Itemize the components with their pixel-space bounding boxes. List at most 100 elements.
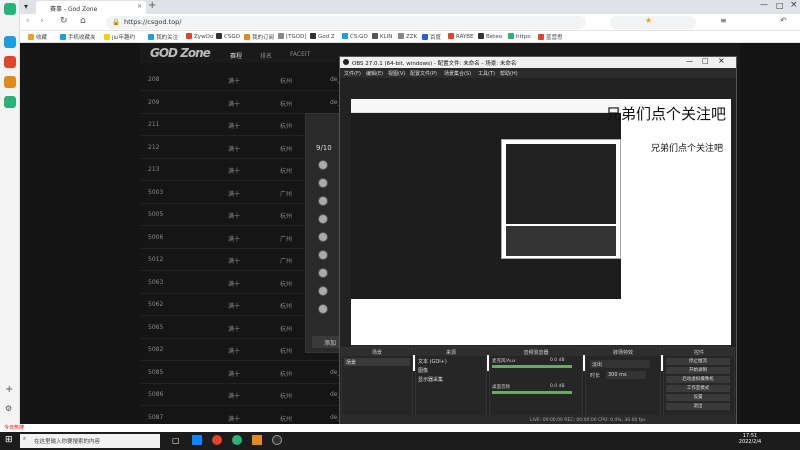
scene-item[interactable]: 场景 bbox=[344, 358, 410, 366]
browser-logo-icon[interactable] bbox=[4, 3, 16, 15]
bookmark-item[interactable]: https: bbox=[508, 33, 532, 40]
overlay-text: 兄弟们点个关注吧 bbox=[606, 105, 727, 123]
avatar[interactable] bbox=[318, 268, 328, 278]
bookmark-item[interactable]: 我的订阅 bbox=[244, 33, 274, 41]
menu-help[interactable]: 帮助(H) bbox=[500, 70, 518, 77]
table-cell: 杭州 bbox=[280, 393, 293, 400]
close-icon[interactable]: × bbox=[718, 56, 725, 65]
nav-item[interactable]: FACEIT bbox=[290, 51, 310, 58]
studio-mode-button[interactable]: 工作室模式 bbox=[666, 385, 730, 392]
add-icon[interactable]: + bbox=[5, 384, 13, 395]
mixer-track-level: 0.0 dB bbox=[550, 384, 565, 389]
bookmark-item[interactable]: RAYBE bbox=[448, 33, 474, 40]
taskbar-app-icon[interactable] bbox=[252, 435, 262, 445]
taskbar-app-icon[interactable] bbox=[232, 435, 242, 445]
nav-item[interactable]: 赛程 bbox=[230, 51, 242, 60]
menu-icon[interactable]: ≡ bbox=[720, 16, 727, 25]
bookmark-item[interactable]: KLIN bbox=[372, 33, 392, 40]
task-view-icon[interactable]: ▢ bbox=[172, 436, 180, 445]
tab-menu-icon[interactable]: ▾ bbox=[24, 2, 28, 11]
avatar[interactable] bbox=[318, 178, 328, 188]
maximize-icon[interactable]: □ bbox=[702, 57, 709, 65]
back-icon[interactable]: ‹ bbox=[26, 16, 30, 26]
avatar[interactable] bbox=[318, 214, 328, 224]
settings-button[interactable]: 设置 bbox=[666, 394, 730, 401]
browser-sidebar: + ⚙ bbox=[0, 0, 20, 432]
exit-button[interactable]: 退出 bbox=[666, 403, 730, 410]
source-item[interactable]: 图像 bbox=[418, 367, 428, 374]
browser-tab[interactable]: 赛事 - God Zone × bbox=[36, 1, 146, 14]
bookmark-item[interactable]: 蓝营思 bbox=[538, 33, 563, 41]
minimize-icon[interactable]: — bbox=[686, 57, 693, 65]
nav-item[interactable]: 排名 bbox=[260, 51, 272, 60]
close-window-icon[interactable]: × bbox=[790, 0, 798, 10]
url-input[interactable]: 🔒 https://csgod.top/ bbox=[106, 16, 586, 29]
extension-icon[interactable]: ★ bbox=[645, 16, 652, 25]
table-cell: 5062 bbox=[148, 301, 164, 308]
forward-icon[interactable]: › bbox=[40, 16, 44, 26]
bookmark-item[interactable]: 收藏 bbox=[28, 33, 47, 41]
avatar[interactable] bbox=[318, 286, 328, 296]
site-logo[interactable]: GOD Zone bbox=[150, 46, 211, 60]
bookmark-item[interactable]: CSGO bbox=[216, 33, 240, 40]
sidebar-app-icon[interactable] bbox=[4, 96, 16, 108]
close-icon[interactable]: × bbox=[137, 3, 142, 10]
sidebar-app-icon[interactable] bbox=[4, 56, 16, 68]
avatar[interactable] bbox=[318, 304, 328, 314]
avatar[interactable] bbox=[318, 232, 328, 242]
windows-start-icon[interactable]: ⊞ bbox=[5, 435, 13, 445]
taskbar-app-icon[interactable] bbox=[192, 435, 202, 445]
taskbar-app-icon[interactable] bbox=[212, 435, 222, 445]
menu-view[interactable]: 视图(V) bbox=[388, 70, 405, 77]
bookmark-item[interactable]: 百度 bbox=[422, 33, 441, 41]
menu-edit[interactable]: 编辑(E) bbox=[366, 70, 383, 77]
menu-scene-collection[interactable]: 场景集合(S) bbox=[444, 70, 471, 77]
windows-taskbar: ⊞ ⌕ 在这里输入你要搜索的内容 ▢ 17:51 2022/2/4 bbox=[0, 432, 800, 450]
sidebar-app-icon[interactable] bbox=[4, 36, 16, 48]
stop-streaming-button[interactable]: 停止推流 bbox=[666, 358, 730, 365]
start-recording-button[interactable]: 开始录制 bbox=[666, 367, 730, 374]
virtual-camera-button[interactable]: 启动虚拟摄像机 bbox=[666, 376, 730, 383]
taskbar-search-input[interactable]: ⌕ 在这里输入你要搜索的内容 bbox=[20, 434, 160, 448]
transition-select[interactable]: 淡出 bbox=[590, 360, 650, 368]
bookmark-item[interactable]: ZZK bbox=[398, 33, 417, 40]
bookmark-item[interactable]: Beteo bbox=[478, 33, 502, 40]
source-item[interactable]: 显示器采集 bbox=[418, 376, 443, 383]
news-ticker[interactable]: 今日热搜 bbox=[0, 424, 800, 432]
bookmark-item[interactable]: [TGOD] bbox=[278, 33, 306, 40]
avatar[interactable] bbox=[318, 250, 328, 260]
avatar[interactable] bbox=[318, 196, 328, 206]
table-cell: 满十 bbox=[228, 415, 241, 423]
new-tab-button[interactable]: + bbox=[148, 0, 156, 11]
bookmark-item[interactable]: 手机收藏夹 bbox=[60, 33, 96, 41]
obs-preview[interactable]: 兄弟们点个关注吧 兄弟们点个关注吧 bbox=[351, 99, 731, 371]
table-cell: 杭州 bbox=[280, 123, 293, 130]
duration-input[interactable]: 300 ms bbox=[606, 371, 646, 379]
bookmark-item[interactable]: 我的关注 bbox=[148, 33, 178, 41]
transitions-dock: 转场特效 淡出 时长 300 ms bbox=[585, 347, 661, 417]
table-cell: 5063 bbox=[148, 278, 164, 286]
obs-taskbar-icon[interactable] bbox=[272, 435, 282, 445]
sidebar-app-icon[interactable] bbox=[4, 76, 16, 88]
menu-profile[interactable]: 配置文件(P) bbox=[410, 70, 437, 77]
menu-tools[interactable]: 工具(T) bbox=[478, 70, 495, 77]
clock[interactable]: 17:51 2022/2/4 bbox=[730, 433, 770, 445]
reload-icon[interactable]: ↻ bbox=[60, 16, 68, 26]
minimize-icon[interactable]: — bbox=[760, 0, 768, 9]
bookmark-item[interactable]: ZywOo bbox=[186, 33, 213, 40]
table-cell: 杭州 bbox=[280, 348, 293, 355]
table-cell: 212 bbox=[148, 143, 160, 151]
table-cell: 209 bbox=[148, 98, 160, 106]
source-item[interactable]: 文本 (GDI+) bbox=[418, 358, 447, 365]
home-icon[interactable]: ⌂ bbox=[80, 16, 86, 26]
bookmark-item[interactable]: CS:GO bbox=[342, 33, 368, 40]
avatar[interactable] bbox=[318, 160, 328, 170]
undo-icon[interactable]: ↶ bbox=[780, 16, 787, 25]
gear-icon[interactable]: ⚙ bbox=[5, 404, 12, 413]
bookmark-item[interactable]: God Z bbox=[310, 33, 335, 40]
menu-file[interactable]: 文件(F) bbox=[344, 70, 361, 77]
bookmark-item[interactable]: jiu年趣约 bbox=[104, 33, 135, 41]
table-cell: 杭州 bbox=[280, 325, 293, 333]
browser-search-input[interactable] bbox=[610, 16, 696, 29]
maximize-icon[interactable]: □ bbox=[776, 1, 784, 10]
